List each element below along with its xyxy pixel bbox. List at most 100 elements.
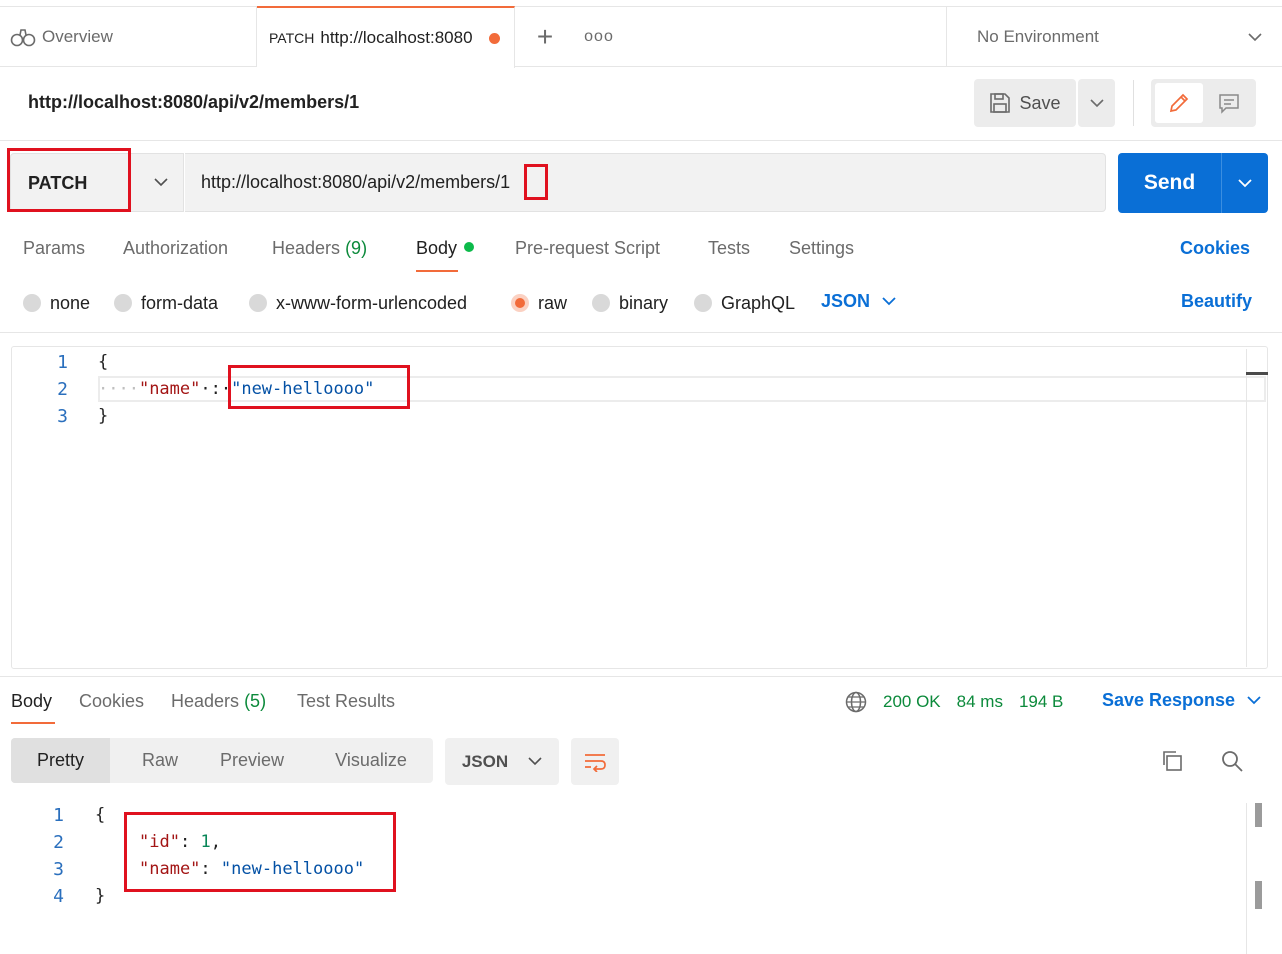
json-key: "name" [139,859,201,879]
radio-label: binary [619,292,669,313]
json-string-value: "new-helloooo" [220,859,365,879]
view-preview-button[interactable]: Preview [207,738,297,783]
radio-form-data[interactable]: form-data [114,291,218,315]
radio-label: raw [538,292,568,313]
tab-active-request[interactable]: PATCH http://localhost:8080 [257,6,515,68]
response-headers-count: (5) [244,691,267,711]
environment-select[interactable]: No Environment [946,7,1282,67]
chevron-down-icon [1238,178,1252,187]
line-number: 2 [57,379,68,400]
mode-toggle [1151,79,1256,127]
send-button[interactable]: Send [1118,153,1221,213]
response-time[interactable]: 84 ms [957,692,1003,712]
line-number: 3 [53,859,64,880]
request-title[interactable]: http://localhost:8080/api/v2/members/1 [28,92,359,113]
response-tab-cookies[interactable]: Cookies [79,691,144,712]
scrollbar-thumb[interactable] [1255,803,1262,827]
search-icon[interactable] [1220,749,1244,773]
tab-body[interactable]: Body [416,238,475,259]
cookies-link[interactable]: Cookies [1180,238,1250,259]
json-string-value: "new-helloooo" [231,379,375,399]
divider [0,332,1282,333]
code-line: ····"name"·:·"new-helloooo" [98,379,374,399]
tab-tests[interactable]: Tests [708,238,750,259]
tab-headers-label: Headers [272,238,341,258]
wrap-lines-button[interactable] [571,738,619,785]
editor-scrollbar[interactable] [1246,349,1247,667]
save-options-button[interactable] [1078,79,1115,127]
copy-icon[interactable] [1160,749,1184,773]
tab-pre-request-script[interactable]: Pre-request Script [515,238,660,259]
json-colon: ·:· [200,379,232,399]
response-tab-headers-label: Headers [171,691,240,711]
response-format-select[interactable]: JSON [445,738,559,785]
unsaved-dot-icon [489,32,501,44]
save-disk-icon [990,93,1011,113]
save-button[interactable]: Save [974,79,1076,127]
radio-label: x-www-form-urlencoded [276,292,468,313]
request-body-editor[interactable]: 1 2 3 { ····"name"·:·"new-helloooo" } [11,346,1268,669]
indent-guide: ···· [98,379,139,399]
tab-settings[interactable]: Settings [789,238,854,259]
response-tab-headers[interactable]: Headers (5) [171,691,266,712]
save-response-button[interactable]: Save Response [1102,690,1261,711]
chevron-down-icon [528,757,542,766]
divider [1133,80,1134,126]
send-button-group: Send [1118,153,1268,213]
beautify-link[interactable]: Beautify [1181,291,1252,312]
tab-params[interactable]: Params [23,238,85,259]
active-tab-indicator [11,722,55,724]
headers-count: (9) [345,238,368,258]
view-visualize-button[interactable]: Visualize [323,738,419,783]
edit-mode-button[interactable] [1155,83,1203,123]
response-format-label: JSON [461,751,509,771]
view-pretty-button[interactable]: Pretty [11,738,110,783]
view-mode-group: Pretty Raw Preview Visualize [11,738,433,783]
response-size[interactable]: 194 B [1019,692,1063,712]
tab-authorization[interactable]: Authorization [123,238,228,259]
chevron-down-icon [1248,32,1262,41]
radio-graphql[interactable]: GraphQL [694,291,795,315]
code-line: "name": "new-helloooo" [139,859,365,879]
tab-method: PATCH [269,30,315,46]
scrollbar-thumb[interactable] [1255,881,1262,909]
radio-x-www-form-urlencoded[interactable]: x-www-form-urlencoded [249,291,467,315]
json-key: "id" [139,832,180,852]
tab-headers[interactable]: Headers (9) [272,238,367,259]
response-tab-test-results[interactable]: Test Results [297,691,395,712]
new-tab-button[interactable]: + [530,17,560,57]
radio-raw[interactable]: raw [511,291,567,315]
body-set-dot-icon [464,242,475,252]
radio-binary[interactable]: binary [592,291,668,315]
more-tabs-button[interactable]: ooo [582,17,616,57]
radio-circle-checked [511,294,529,312]
tab-overview[interactable]: Overview [0,7,257,67]
code-open-brace: { [98,352,109,372]
response-tab-body[interactable]: Body [11,691,52,712]
comments-button[interactable] [1205,83,1253,123]
line-number: 3 [57,406,68,427]
status-code[interactable]: 200 OK [883,692,941,712]
response-scrollbar[interactable] [1246,803,1247,954]
tab-body-label: Body [416,238,458,258]
response-divider[interactable] [0,676,1282,677]
environment-label: No Environment [977,27,1099,46]
save-response-label: Save Response [1102,690,1236,710]
wrap-lines-icon [585,753,606,772]
body-format-select[interactable]: JSON [821,291,896,312]
radio-label: GraphQL [721,292,796,313]
chevron-down-icon [1089,98,1104,107]
url-input[interactable] [185,153,1106,212]
chevron-down-icon [1247,696,1261,705]
view-raw-button[interactable]: Raw [118,738,202,783]
radio-circle [249,294,267,312]
radio-circle [694,294,712,312]
method-select[interactable]: PATCH [10,153,184,212]
json-key: "name" [138,379,201,399]
send-options-button[interactable] [1222,153,1268,213]
globe-icon[interactable] [845,691,867,713]
comment-icon [1219,94,1239,114]
line-number: 1 [57,352,68,373]
radio-none[interactable]: none [23,291,90,315]
response-body-viewer[interactable]: 1 2 3 4 { "id": 1, "name": "new-helloooo… [0,803,1246,954]
